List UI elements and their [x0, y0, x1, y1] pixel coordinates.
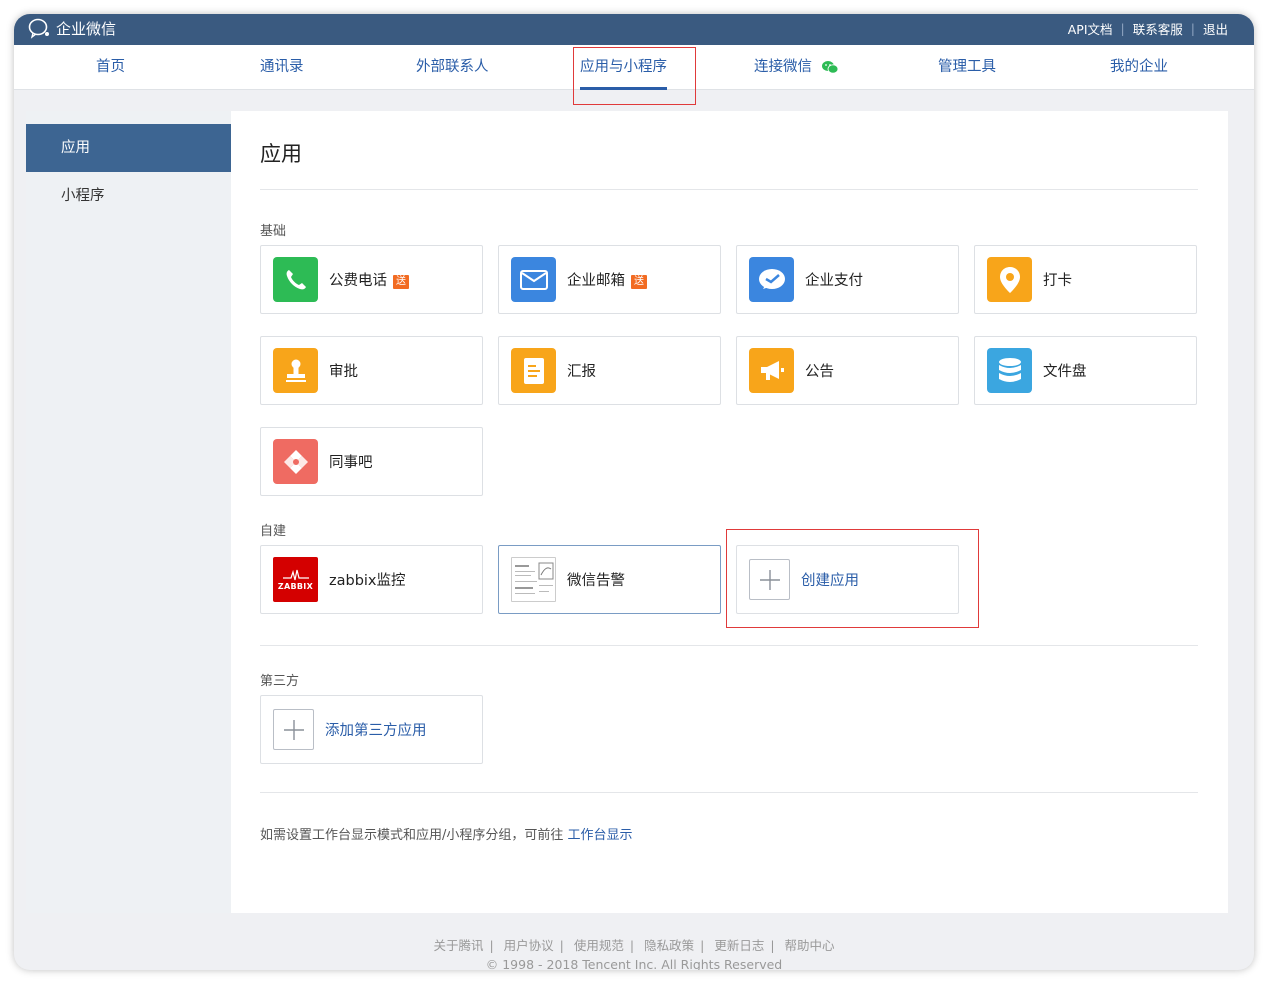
app-card-colleague-bar[interactable]: 同事吧: [260, 427, 483, 496]
app-card-report[interactable]: 汇报: [498, 336, 721, 405]
divider: [260, 645, 1198, 646]
section-label-third-party: 第三方: [260, 674, 300, 689]
app-label: 审批: [329, 364, 358, 380]
app-card-approval[interactable]: 审批: [260, 336, 483, 405]
app-label: 公告: [805, 364, 834, 380]
tab-connect-wechat-label: 连接微信: [754, 59, 812, 75]
footer-link-changelog[interactable]: 更新日志: [714, 938, 764, 953]
divider: [260, 189, 1198, 190]
app-card-email[interactable]: 企业邮箱送: [498, 245, 721, 314]
sidebar-item-mini-programs[interactable]: 小程序: [26, 172, 231, 220]
tab-external-contacts[interactable]: 外部联系人: [416, 45, 489, 90]
divider: [260, 792, 1198, 793]
app-card-checkin[interactable]: 打卡: [974, 245, 1197, 314]
tab-my-enterprise[interactable]: 我的企业: [1110, 45, 1168, 90]
workbench-display-link[interactable]: 工作台显示: [568, 828, 633, 843]
wechat-icon: [821, 61, 839, 74]
workbench-hint: 如需设置工作台显示模式和应用/小程序分组，可前往 工作台显示: [260, 824, 633, 843]
sidebar: 应用 小程序: [26, 111, 231, 913]
report-icon: [511, 348, 556, 393]
divider: |: [1120, 21, 1125, 36]
app-card-file-disk[interactable]: 文件盘: [974, 336, 1197, 405]
app-label: 企业邮箱送: [567, 269, 647, 290]
logo[interactable]: 企业微信: [28, 17, 116, 39]
database-icon: [987, 348, 1032, 393]
gift-badge: 送: [393, 275, 409, 289]
pay-icon: [749, 257, 794, 302]
colleague-bar-icon: [273, 439, 318, 484]
top-links: API文档 | 联系客服 | 退出: [1068, 19, 1228, 38]
app-card-phone[interactable]: 公费电话送: [260, 245, 483, 314]
app-card-payment[interactable]: 企业支付: [736, 245, 959, 314]
wechat-alert-thumbnail: [511, 557, 556, 602]
footer: 关于腾讯 | 用户协议 | 使用规范 | 隐私政策 | 更新日志 | 帮助中心 © 199…: [14, 936, 1254, 970]
app-label: 文件盘: [1043, 364, 1087, 380]
page-title: 应用: [260, 142, 302, 166]
plus-icon: [273, 709, 314, 750]
megaphone-icon: [749, 348, 794, 393]
tab-management-tools[interactable]: 管理工具: [938, 45, 996, 90]
mail-icon: [511, 257, 556, 302]
hint-text: 如需设置工作台显示模式和应用/小程序分组，可前往: [260, 828, 564, 843]
footer-link-usage-rules[interactable]: 使用规范: [574, 938, 624, 953]
contact-support-link[interactable]: 联系客服: [1133, 19, 1183, 38]
tab-connect-wechat[interactable]: 连接微信: [754, 45, 839, 90]
gift-badge: 送: [631, 275, 647, 289]
add-third-party-app-button[interactable]: 添加第三方应用: [260, 695, 483, 764]
app-label: 同事吧: [329, 455, 373, 471]
highlight-box-create-app: [726, 529, 979, 628]
wework-logo-icon: [28, 18, 49, 39]
logo-text: 企业微信: [56, 19, 117, 38]
main-panel: 应用 小程序 应用 基础 公费电话送 企业邮箱送 企业支付 打卡 审批 汇报 公…: [26, 111, 1228, 913]
tab-home[interactable]: 首页: [96, 45, 125, 90]
divider: |: [1190, 21, 1195, 36]
top-bar: 企业微信 API文档 | 联系客服 | 退出: [14, 14, 1254, 45]
stamp-icon: [273, 348, 318, 393]
location-pin-icon: [987, 257, 1032, 302]
add-third-party-label: 添加第三方应用: [325, 723, 427, 739]
footer-link-user-agreement[interactable]: 用户协议: [504, 938, 554, 953]
section-label-custom: 自建: [260, 524, 287, 539]
logout-link[interactable]: 退出: [1203, 19, 1228, 38]
tab-contacts[interactable]: 通讯录: [260, 45, 304, 90]
app-label: 微信告警: [567, 573, 625, 589]
section-label-basic: 基础: [260, 224, 287, 239]
sidebar-item-apps[interactable]: 应用: [26, 124, 231, 172]
copyright: © 1998 - 2018 Tencent Inc. All Rights Re…: [485, 957, 783, 970]
app-card-zabbix[interactable]: ZABBIX zabbix监控: [260, 545, 483, 614]
footer-link-about[interactable]: 关于腾讯: [433, 938, 483, 953]
app-label: 企业支付: [805, 273, 863, 289]
app-card-wechat-alert[interactable]: 微信告警: [498, 545, 721, 614]
app-label: zabbix监控: [329, 573, 406, 589]
footer-links: 关于腾讯 | 用户协议 | 使用规范 | 隐私政策 | 更新日志 | 帮助中心: [433, 938, 835, 953]
highlight-box-apps-tab: [573, 47, 696, 105]
app-label: 汇报: [567, 364, 596, 380]
app-label: 打卡: [1043, 273, 1072, 289]
app-window: 企业微信 API文档 | 联系客服 | 退出 首页 通讯录 外部联系人 应用与小…: [14, 14, 1254, 970]
footer-link-privacy[interactable]: 隐私政策: [644, 938, 694, 953]
app-card-announcement[interactable]: 公告: [736, 336, 959, 405]
footer-link-help-center[interactable]: 帮助中心: [785, 938, 835, 953]
app-label: 公费电话送: [329, 269, 409, 290]
zabbix-logo: ZABBIX: [273, 557, 318, 602]
api-docs-link[interactable]: API文档: [1068, 19, 1113, 38]
phone-icon: [273, 257, 318, 302]
